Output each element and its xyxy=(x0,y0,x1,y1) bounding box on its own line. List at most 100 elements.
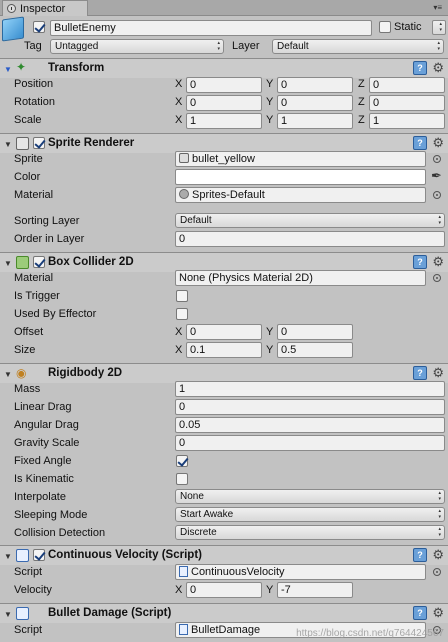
angular-drag-input[interactable]: 0.05 xyxy=(175,417,445,433)
rotation-x-input[interactable]: 0 xyxy=(186,95,262,111)
sorting-layer-dropdown[interactable]: Default xyxy=(175,213,445,228)
axis-x-label: X xyxy=(175,344,183,356)
script-label: Script xyxy=(14,624,43,636)
script-field[interactable]: ContinuousVelocity xyxy=(175,564,426,580)
gear-icon[interactable]: ⚙ xyxy=(432,254,444,270)
mass-input[interactable]: 1 xyxy=(175,381,445,397)
continuous-velocity-header[interactable]: ▼ Continuous Velocity (Script) ? ⚙ xyxy=(0,545,448,565)
info-icon xyxy=(7,4,16,13)
tag-label: Tag xyxy=(24,40,42,52)
sprite-renderer-enabled-checkbox[interactable] xyxy=(33,137,45,149)
help-icon[interactable]: ? xyxy=(413,61,427,75)
transform-header[interactable]: ▼ ✦ Transform ? ⚙ xyxy=(0,58,448,78)
sprite-field[interactable]: bullet_yellow xyxy=(175,151,426,167)
help-icon[interactable]: ? xyxy=(413,548,427,562)
is-kinematic-checkbox[interactable] xyxy=(176,473,188,485)
interpolate-dropdown[interactable]: None xyxy=(175,489,445,504)
sprite-value: bullet_yellow xyxy=(192,153,255,165)
object-picker-icon[interactable] xyxy=(433,155,441,163)
axis-x-label: X xyxy=(175,114,183,126)
axis-y-label: Y xyxy=(266,326,274,338)
fixed-angle-checkbox[interactable] xyxy=(176,455,188,467)
continuous-velocity-enabled-checkbox[interactable] xyxy=(33,549,45,561)
box-collider-icon xyxy=(16,256,29,269)
collision-detection-dropdown[interactable]: Discrete xyxy=(175,525,445,540)
rigidbody-title: Rigidbody 2D xyxy=(48,367,123,379)
eyedropper-icon[interactable]: ✒ xyxy=(431,168,442,184)
sleeping-mode-dropdown[interactable]: Start Awake xyxy=(175,507,445,522)
rotation-z-input[interactable]: 0 xyxy=(369,95,445,111)
material-field[interactable]: Sprites-Default xyxy=(175,187,426,203)
tag-dropdown[interactable]: Untagged xyxy=(50,39,224,54)
gear-icon[interactable]: ⚙ xyxy=(432,60,444,76)
static-checkbox[interactable] xyxy=(379,21,391,33)
tab-menu-icon[interactable]: ▾≡ xyxy=(433,3,442,12)
size-x-input[interactable]: 0.1 xyxy=(186,342,262,358)
help-icon[interactable]: ? xyxy=(413,606,427,620)
collapse-arrow-icon: ▼ xyxy=(4,140,12,149)
sprite-renderer-header[interactable]: ▼ Sprite Renderer ? ⚙ xyxy=(0,133,448,153)
offset-y-input[interactable]: 0 xyxy=(277,324,353,340)
physics-material-field[interactable]: None (Physics Material 2D) xyxy=(175,270,426,286)
rigidbody-header[interactable]: ▼ ◉ Rigidbody 2D ? ⚙ xyxy=(0,363,448,383)
help-icon[interactable]: ? xyxy=(413,255,427,269)
object-picker-icon[interactable] xyxy=(433,568,441,576)
order-in-layer-input[interactable]: 0 xyxy=(175,231,445,247)
box-collider-header[interactable]: ▼ Box Collider 2D ? ⚙ xyxy=(0,252,448,272)
position-label: Position xyxy=(14,78,54,90)
used-by-effector-checkbox[interactable] xyxy=(176,308,188,320)
layer-dropdown[interactable]: Default xyxy=(272,39,444,54)
bullet-damage-title: Bullet Damage (Script) xyxy=(48,607,172,619)
script-asset-icon xyxy=(179,566,188,577)
axis-z-label: Z xyxy=(358,78,365,90)
is-trigger-label: Is Trigger xyxy=(14,290,60,302)
sleeping-mode-label: Sleeping Mode xyxy=(14,509,88,521)
script-icon xyxy=(16,549,29,562)
active-checkbox[interactable] xyxy=(33,21,45,33)
layer-label: Layer xyxy=(232,40,260,52)
scale-y-input[interactable]: 1 xyxy=(277,113,353,129)
object-picker-icon[interactable] xyxy=(433,191,441,199)
offset-x-input[interactable]: 0 xyxy=(186,324,262,340)
position-x-input[interactable]: 0 xyxy=(186,77,262,93)
velocity-x-input[interactable]: 0 xyxy=(186,582,262,598)
is-trigger-checkbox[interactable] xyxy=(176,290,188,302)
gear-icon[interactable]: ⚙ xyxy=(432,135,444,151)
sprite-renderer-icon xyxy=(16,137,29,150)
gear-icon[interactable]: ⚙ xyxy=(432,365,444,381)
axis-z-label: Z xyxy=(358,114,365,126)
help-icon[interactable]: ? xyxy=(413,366,427,380)
position-z-input[interactable]: 0 xyxy=(369,77,445,93)
gear-icon[interactable]: ⚙ xyxy=(432,547,444,563)
gravity-scale-input[interactable]: 0 xyxy=(175,435,445,451)
size-y-input[interactable]: 0.5 xyxy=(277,342,353,358)
used-by-effector-label: Used By Effector xyxy=(14,308,97,320)
sprite-renderer-title: Sprite Renderer xyxy=(48,137,135,149)
scale-z-input[interactable]: 1 xyxy=(369,113,445,129)
material-label: Material xyxy=(14,189,54,201)
object-picker-icon[interactable] xyxy=(433,274,441,282)
axis-y-label: Y xyxy=(266,96,274,108)
collapse-arrow-icon: ▼ xyxy=(4,259,12,268)
position-y-input[interactable]: 0 xyxy=(277,77,353,93)
box-collider-enabled-checkbox[interactable] xyxy=(33,256,45,268)
velocity-y-input[interactable]: -7 xyxy=(277,582,353,598)
object-name-input[interactable]: BulletEnemy xyxy=(50,20,372,36)
gear-icon[interactable]: ⚙ xyxy=(432,605,444,621)
material-value: Sprites-Default xyxy=(192,189,265,201)
tab-inspector[interactable]: Inspector xyxy=(2,0,88,16)
mass-label: Mass xyxy=(14,383,41,395)
rotation-y-input[interactable]: 0 xyxy=(277,95,353,111)
axis-x-label: X xyxy=(175,326,183,338)
axis-y-label: Y xyxy=(266,114,274,126)
bullet-damage-header[interactable]: ▼ Bullet Damage (Script) ? ⚙ xyxy=(0,603,448,623)
scale-x-input[interactable]: 1 xyxy=(186,113,262,129)
physics-material-label: Material xyxy=(14,272,54,284)
scale-label: Scale xyxy=(14,114,42,126)
help-icon[interactable]: ? xyxy=(413,136,427,150)
color-swatch[interactable] xyxy=(175,169,426,185)
linear-drag-input[interactable]: 0 xyxy=(175,399,445,415)
static-dropdown[interactable] xyxy=(432,20,446,35)
tab-bar: Inspector ▾≡ xyxy=(0,0,448,16)
tab-label: Inspector xyxy=(20,2,66,15)
